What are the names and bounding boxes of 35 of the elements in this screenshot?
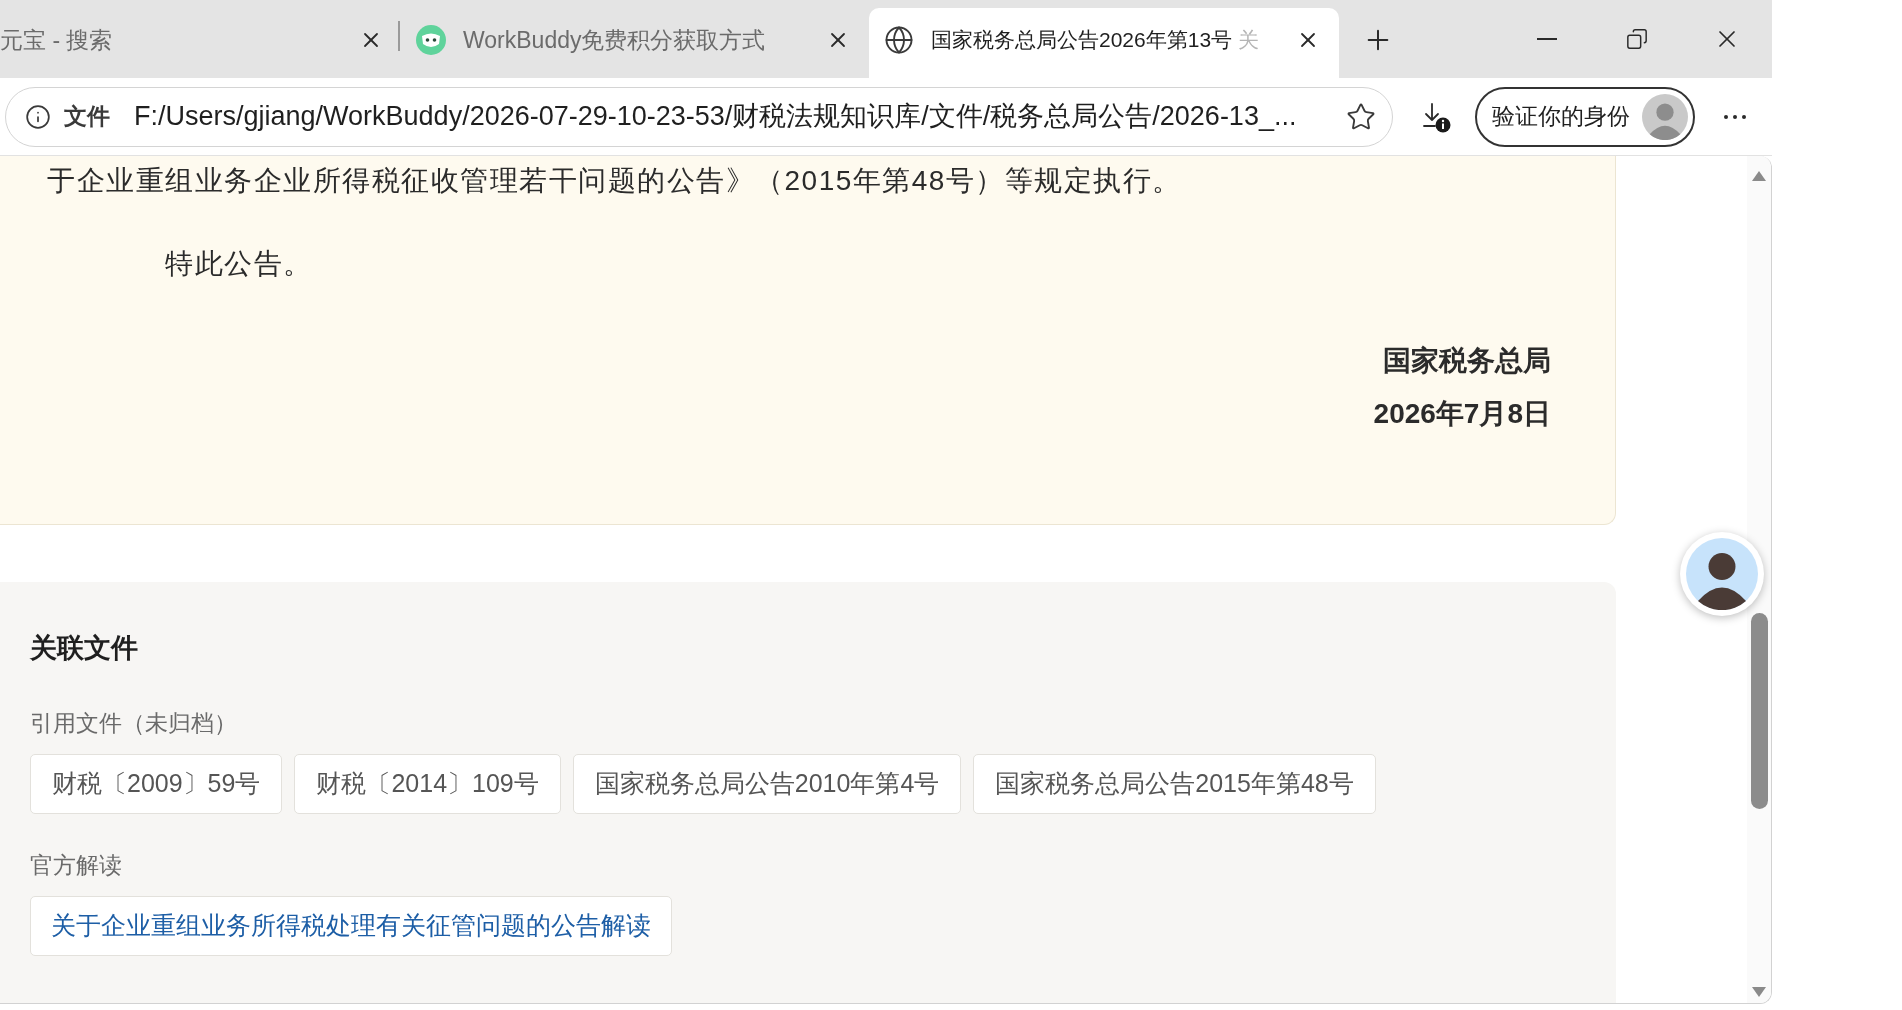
announcement-text: 国家税务总局	[1382, 344, 1551, 378]
document-chip[interactable]: 财税〔2014〕109号	[294, 754, 561, 814]
download-icon	[1421, 100, 1451, 133]
scroll-up-icon[interactable]	[1752, 171, 1766, 181]
info-icon	[25, 103, 51, 130]
section-title: 关联文件	[30, 632, 139, 665]
scrollbar[interactable]	[1747, 156, 1771, 1003]
more-icon	[1724, 114, 1746, 119]
avatar-icon	[1686, 538, 1758, 610]
browser-tab[interactable]: 国家税务总局公告2026年第13号 关	[869, 8, 1339, 78]
announcement-text: 2026年7月8日	[1372, 397, 1551, 431]
globe-icon	[884, 25, 914, 55]
scheme-label: 文件	[64, 102, 110, 132]
scrollbar-thumb[interactable]	[1750, 613, 1768, 809]
document-chip[interactable]: 国家税务总局公告2010年第4号	[572, 754, 962, 814]
scroll-down-icon[interactable]	[1752, 987, 1766, 997]
announcement-text: 特此公告。	[164, 247, 314, 281]
group-label: 引用文件（未归档）	[30, 709, 238, 738]
restore-icon	[1626, 28, 1648, 50]
group-label: 官方解读	[30, 851, 123, 880]
tab-title: 元宝 - 搜索	[0, 25, 114, 55]
browser-tab[interactable]: 元宝 - 搜索	[0, 8, 398, 78]
document-chip[interactable]: 国家税务总局公告2015年第48号	[973, 754, 1376, 814]
profile-button[interactable]: 验证你的身份	[1475, 86, 1695, 147]
app-logo-icon	[416, 25, 446, 55]
browser-tab[interactable]: WorkBuddy免费积分获取方式	[398, 8, 869, 78]
tab-title: 国家税务总局公告2026年第13号 关	[931, 27, 1260, 54]
star-icon[interactable]	[1346, 101, 1376, 132]
interpretation-link[interactable]: 关于企业重组业务所得税处理有关征管问题的公告解读	[30, 896, 672, 956]
announcement-text: 于企业重组业务企业所得税征收管理若干问题的公告》（2015年第48号）等规定执行。	[47, 164, 1183, 198]
document-chip[interactable]: 财税〔2009〕59号	[30, 754, 283, 814]
minimize-icon	[1537, 38, 1557, 40]
tab-title: WorkBuddy免费积分获取方式	[463, 25, 767, 55]
url-text: F:/Users/gjiang/WorkBuddy/2026-07-29-10-23-53/财税法规知识库/文件/税务总局公告/2026-13_...	[134, 100, 1297, 134]
avatar-icon	[1642, 93, 1688, 140]
